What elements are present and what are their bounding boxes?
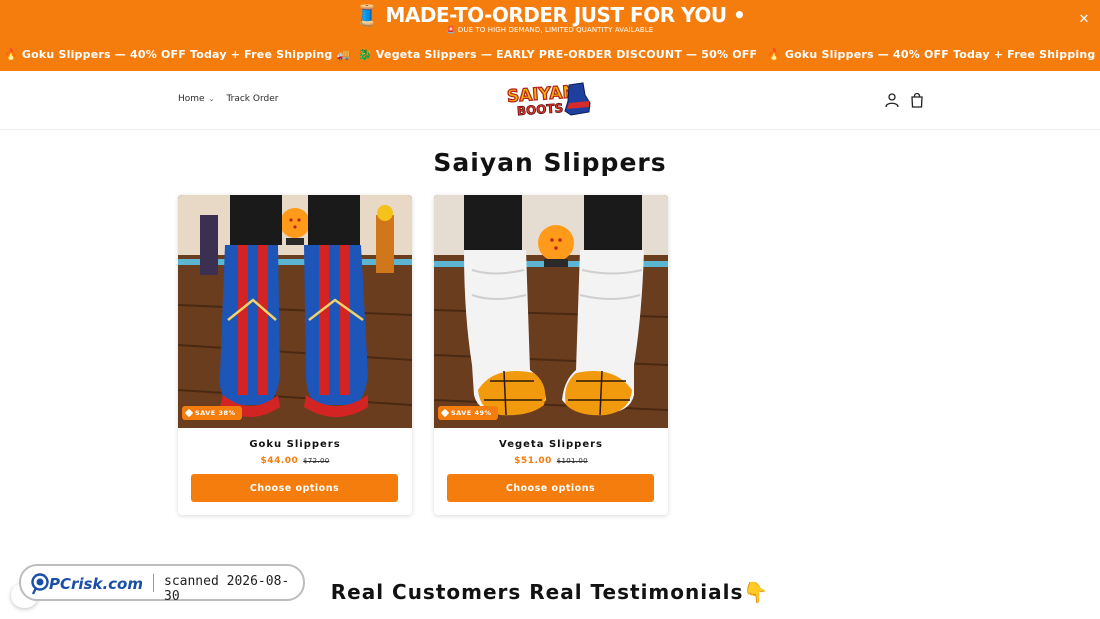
announcement-bar: 🧵 MADE-TO-ORDER JUST FOR YOU • 🚨 DUE TO … [0, 0, 1100, 71]
discount-badge: SAVE 38% [182, 406, 242, 420]
marquee-item: 🔥 Goku Slippers — 40% OFF Today + Free S… [4, 48, 351, 61]
choose-options-button[interactable]: Choose options [191, 474, 398, 502]
nav-item-label: Track Order [226, 94, 279, 104]
site-logo[interactable]: SAIYAN BOOTS [505, 81, 591, 119]
marquee-item: 🐉 Vegeta Slippers — EARLY PRE-ORDER DISC… [358, 48, 758, 61]
close-icon[interactable]: ✕ [1076, 12, 1092, 28]
pcrisk-logo: PCrisk.com [31, 573, 143, 595]
sale-price: $51.00 [514, 456, 552, 466]
announcement-subtitle: 🚨 DUE TO HIGH DEMAND, LIMITED QUANTITY A… [446, 26, 654, 34]
account-icon[interactable] [884, 92, 900, 108]
chevron-down-icon: ⌄ [208, 95, 215, 103]
product-image[interactable] [434, 195, 668, 428]
compare-price: $72.00 [303, 457, 330, 465]
pcrisk-watermark: PCrisk.com scanned 2026-08-30 [19, 564, 305, 604]
nav-item-label: Home [178, 94, 205, 104]
discount-badge-label: SAVE 38% [195, 409, 236, 417]
product-card-goku[interactable]: SAVE 38% Goku Slippers $44.00 $72.00 Cho… [178, 195, 412, 515]
pcrisk-brand: PCrisk.com [49, 575, 143, 593]
separator [153, 574, 154, 592]
marquee-ticker: 🔥 Goku Slippers — 40% OFF Today + Free S… [0, 48, 1100, 66]
nav-item-home[interactable]: Home ⌄ [178, 94, 214, 104]
tag-icon [184, 408, 194, 418]
scanned-date: scanned 2026-08-30 [164, 574, 290, 604]
product-price: $51.00 $101.00 [434, 456, 668, 466]
compare-price: $101.00 [556, 457, 588, 465]
main-nav: Home ⌄ Track Order [178, 94, 278, 104]
discount-badge: SAVE 49% [438, 406, 498, 420]
site-header: Home ⌄ Track Order SAIYAN BOOTS [0, 71, 1100, 130]
product-image[interactable] [178, 195, 412, 428]
product-card-vegeta[interactable]: SAVE 49% Vegeta Slippers $51.00 $101.00 … [434, 195, 668, 515]
product-price: $44.00 $72.00 [178, 456, 412, 466]
tag-icon [440, 408, 450, 418]
cart-icon[interactable] [909, 92, 925, 108]
nav-item-track-order[interactable]: Track Order [226, 94, 278, 104]
marquee-item: 🔥 Goku Slippers — 40% OFF Today + Free S… [767, 48, 1100, 61]
page-title: Saiyan Slippers [433, 148, 667, 177]
announcement-title: 🧵 MADE-TO-ORDER JUST FOR YOU • [354, 3, 746, 27]
discount-badge-label: SAVE 49% [451, 409, 492, 417]
sale-price: $44.00 [260, 456, 299, 466]
product-name[interactable]: Goku Slippers [178, 439, 412, 450]
product-name[interactable]: Vegeta Slippers [434, 439, 668, 450]
choose-options-button[interactable]: Choose options [447, 474, 654, 502]
logo-text-bottom: BOOTS [516, 101, 563, 118]
